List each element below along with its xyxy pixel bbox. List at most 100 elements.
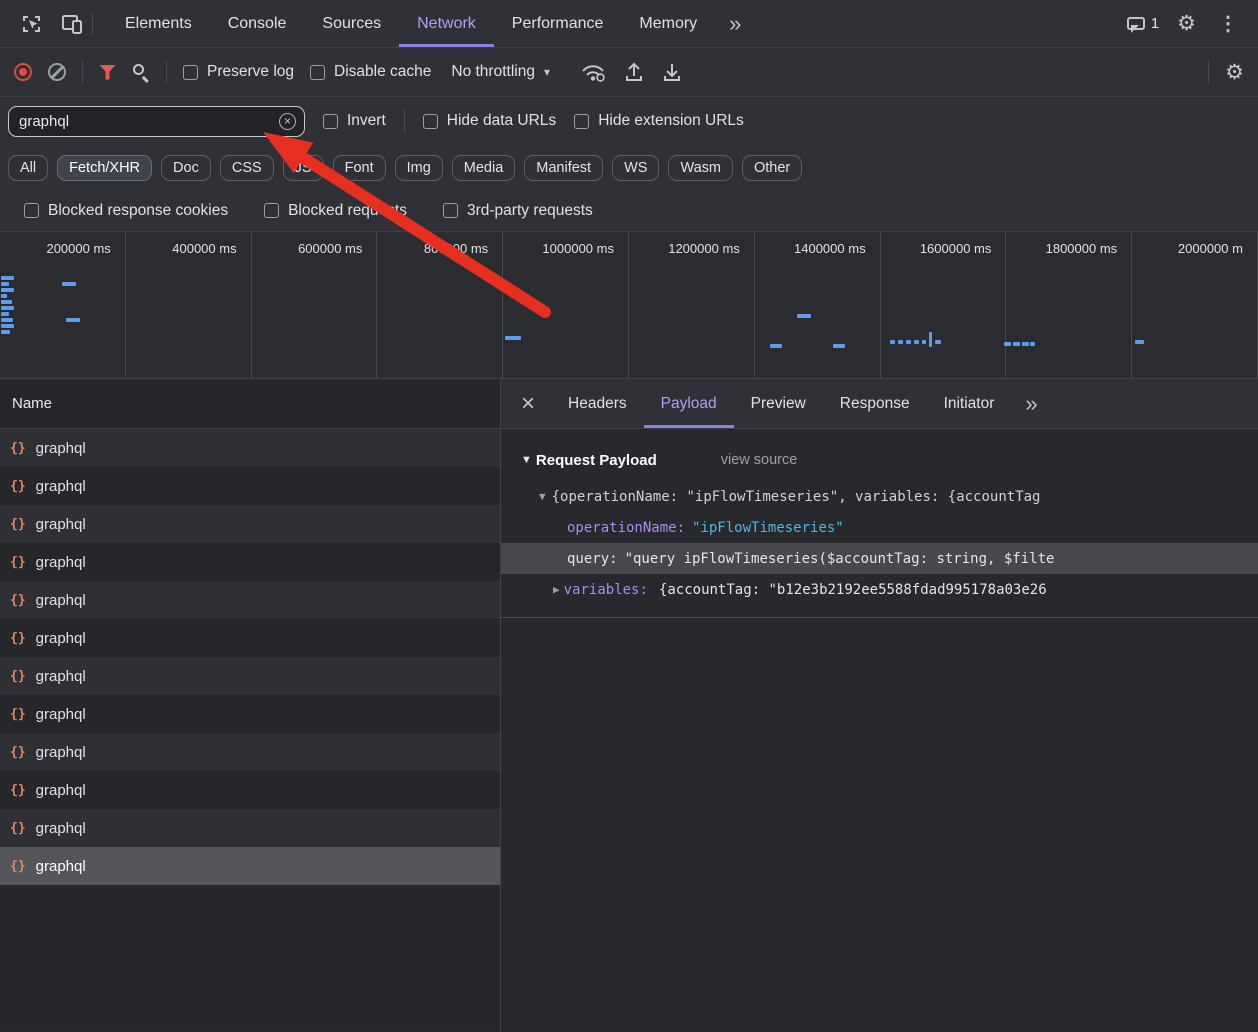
payload-row-query-selected[interactable]: query: "query ipFlowTimeseries($accountT… [501, 543, 1258, 574]
chip-css[interactable]: CSS [220, 155, 274, 181]
tab-payload[interactable]: Payload [644, 379, 734, 428]
hide-extension-urls-checkbox[interactable]: Hide extension URLs [574, 112, 744, 130]
request-list: {}graphql {}graphql {}graphql {}graphql … [0, 429, 500, 885]
network-filter-row: × Invert Hide data URLs Hide extension U… [0, 97, 1258, 145]
blocked-cookies-checkbox[interactable]: Blocked response cookies [24, 202, 228, 220]
request-name: graphql [36, 516, 86, 533]
name-column-header[interactable]: Name [0, 379, 500, 429]
import-har-icon[interactable] [623, 61, 645, 83]
close-details-icon[interactable]: × [501, 392, 551, 416]
blocked-requests-checkbox[interactable]: Blocked requests [264, 202, 407, 220]
waterfall-bar [770, 344, 782, 348]
chip-other[interactable]: Other [742, 155, 802, 181]
payload-row-variables[interactable]: ▶ variables: {accountTag: "b12e3b2192ee5… [501, 574, 1258, 605]
speech-bubble-icon [1127, 17, 1145, 30]
waterfall-overview[interactable]: 200000 ms 400000 ms 600000 ms 800000 ms … [0, 232, 1258, 379]
divider [404, 109, 405, 133]
tab-headers[interactable]: Headers [551, 379, 644, 428]
filter-input-box: × [8, 106, 305, 137]
request-row-selected[interactable]: {}graphql [0, 847, 500, 885]
tab-memory[interactable]: Memory [621, 0, 715, 47]
chip-font[interactable]: Font [333, 155, 386, 181]
waterfall-bar [1022, 342, 1029, 346]
waterfall-bar [929, 332, 932, 347]
collapse-triangle-icon[interactable]: ▼ [521, 454, 532, 466]
request-name: graphql [36, 630, 86, 647]
request-row[interactable]: {}graphql [0, 543, 500, 581]
waterfall-bar [1, 276, 14, 280]
request-row[interactable]: {}graphql [0, 809, 500, 847]
timeline-tick: 1200000 ms [629, 232, 755, 378]
request-row[interactable]: {}graphql [0, 695, 500, 733]
request-name: graphql [36, 782, 86, 799]
payload-root-row[interactable]: ▼ {operationName: "ipFlowTimeseries", va… [501, 481, 1258, 512]
clear-filter-icon[interactable]: × [279, 113, 296, 130]
chip-manifest[interactable]: Manifest [524, 155, 603, 181]
timeline-tick: 600000 ms [252, 232, 378, 378]
export-har-icon[interactable] [661, 61, 683, 83]
tab-sources[interactable]: Sources [304, 0, 399, 47]
chip-js[interactable]: JS [283, 155, 324, 181]
settings-gear-icon[interactable]: ⚙ [1177, 13, 1196, 34]
tab-elements[interactable]: Elements [107, 0, 210, 47]
third-party-checkbox[interactable]: 3rd-party requests [443, 202, 593, 220]
chip-ws[interactable]: WS [612, 155, 659, 181]
view-source-link[interactable]: view source [721, 452, 798, 468]
expander-down-icon[interactable]: ▼ [539, 490, 546, 503]
payload-row-operationname[interactable]: operationName: "ipFlowTimeseries" [501, 512, 1258, 543]
waterfall-bar [1, 324, 14, 328]
expander-right-icon[interactable]: ▶ [553, 583, 560, 596]
chip-media[interactable]: Media [452, 155, 516, 181]
request-row[interactable]: {}graphql [0, 505, 500, 543]
tab-response[interactable]: Response [823, 379, 927, 428]
tab-performance[interactable]: Performance [494, 0, 622, 47]
filter-input[interactable] [19, 113, 279, 130]
request-row[interactable]: {}graphql [0, 467, 500, 505]
request-row[interactable]: {}graphql [0, 429, 500, 467]
chip-img[interactable]: Img [395, 155, 443, 181]
disable-cache-checkbox[interactable]: Disable cache [310, 63, 431, 81]
menu-dots-icon[interactable]: ⋮ [1214, 11, 1242, 36]
payload-key: variables: [564, 582, 648, 598]
preserve-log-checkbox[interactable]: Preserve log [183, 63, 294, 81]
network-settings-gear-icon[interactable]: ⚙ [1225, 62, 1244, 83]
request-row[interactable]: {}graphql [0, 657, 500, 695]
more-panels-icon[interactable]: » [715, 0, 755, 47]
filter-icon[interactable] [99, 65, 116, 80]
chip-doc[interactable]: Doc [161, 155, 211, 181]
timeline-tick: 1600000 ms [881, 232, 1007, 378]
hide-extension-urls-label: Hide extension URLs [598, 112, 744, 130]
tabbar-right-controls: 1 ⚙ ⋮ [1127, 11, 1258, 36]
clear-network-log-icon[interactable] [48, 63, 66, 81]
timeline-tick: 800000 ms [377, 232, 503, 378]
request-row[interactable]: {}graphql [0, 619, 500, 657]
network-conditions-icon[interactable] [580, 62, 607, 83]
throttling-select[interactable]: No throttling ▾ [451, 63, 550, 81]
more-detail-tabs-icon[interactable]: » [1011, 391, 1051, 417]
checkbox-box [323, 114, 338, 129]
record-button[interactable] [14, 63, 32, 81]
network-split-view: Name {}graphql {}graphql {}graphql {}gra… [0, 379, 1258, 1031]
tab-preview[interactable]: Preview [734, 379, 823, 428]
chip-all[interactable]: All [8, 155, 48, 181]
tab-network[interactable]: Network [399, 0, 494, 47]
request-name: graphql [36, 744, 86, 761]
payload-root-preview: {operationName: "ipFlowTimeseries", vari… [552, 489, 1041, 505]
tab-initiator[interactable]: Initiator [927, 379, 1012, 428]
fetch-xhr-icon: {} [10, 479, 26, 494]
issues-icon[interactable]: 1 [1127, 15, 1159, 32]
payload-separator [501, 617, 1258, 618]
request-row[interactable]: {}graphql [0, 771, 500, 809]
device-toolbar-icon[interactable] [52, 6, 92, 42]
chip-wasm[interactable]: Wasm [668, 155, 733, 181]
inspect-element-icon[interactable] [12, 6, 52, 42]
checkbox-box [423, 114, 438, 129]
tab-console[interactable]: Console [210, 0, 305, 47]
request-row[interactable]: {}graphql [0, 733, 500, 771]
chip-fetch-xhr[interactable]: Fetch/XHR [57, 155, 152, 181]
request-row[interactable]: {}graphql [0, 581, 500, 619]
devtools-window: Elements Console Sources Network Perform… [0, 0, 1258, 1031]
search-icon[interactable] [132, 63, 150, 81]
hide-data-urls-checkbox[interactable]: Hide data URLs [423, 112, 556, 130]
invert-checkbox[interactable]: Invert [323, 112, 386, 130]
